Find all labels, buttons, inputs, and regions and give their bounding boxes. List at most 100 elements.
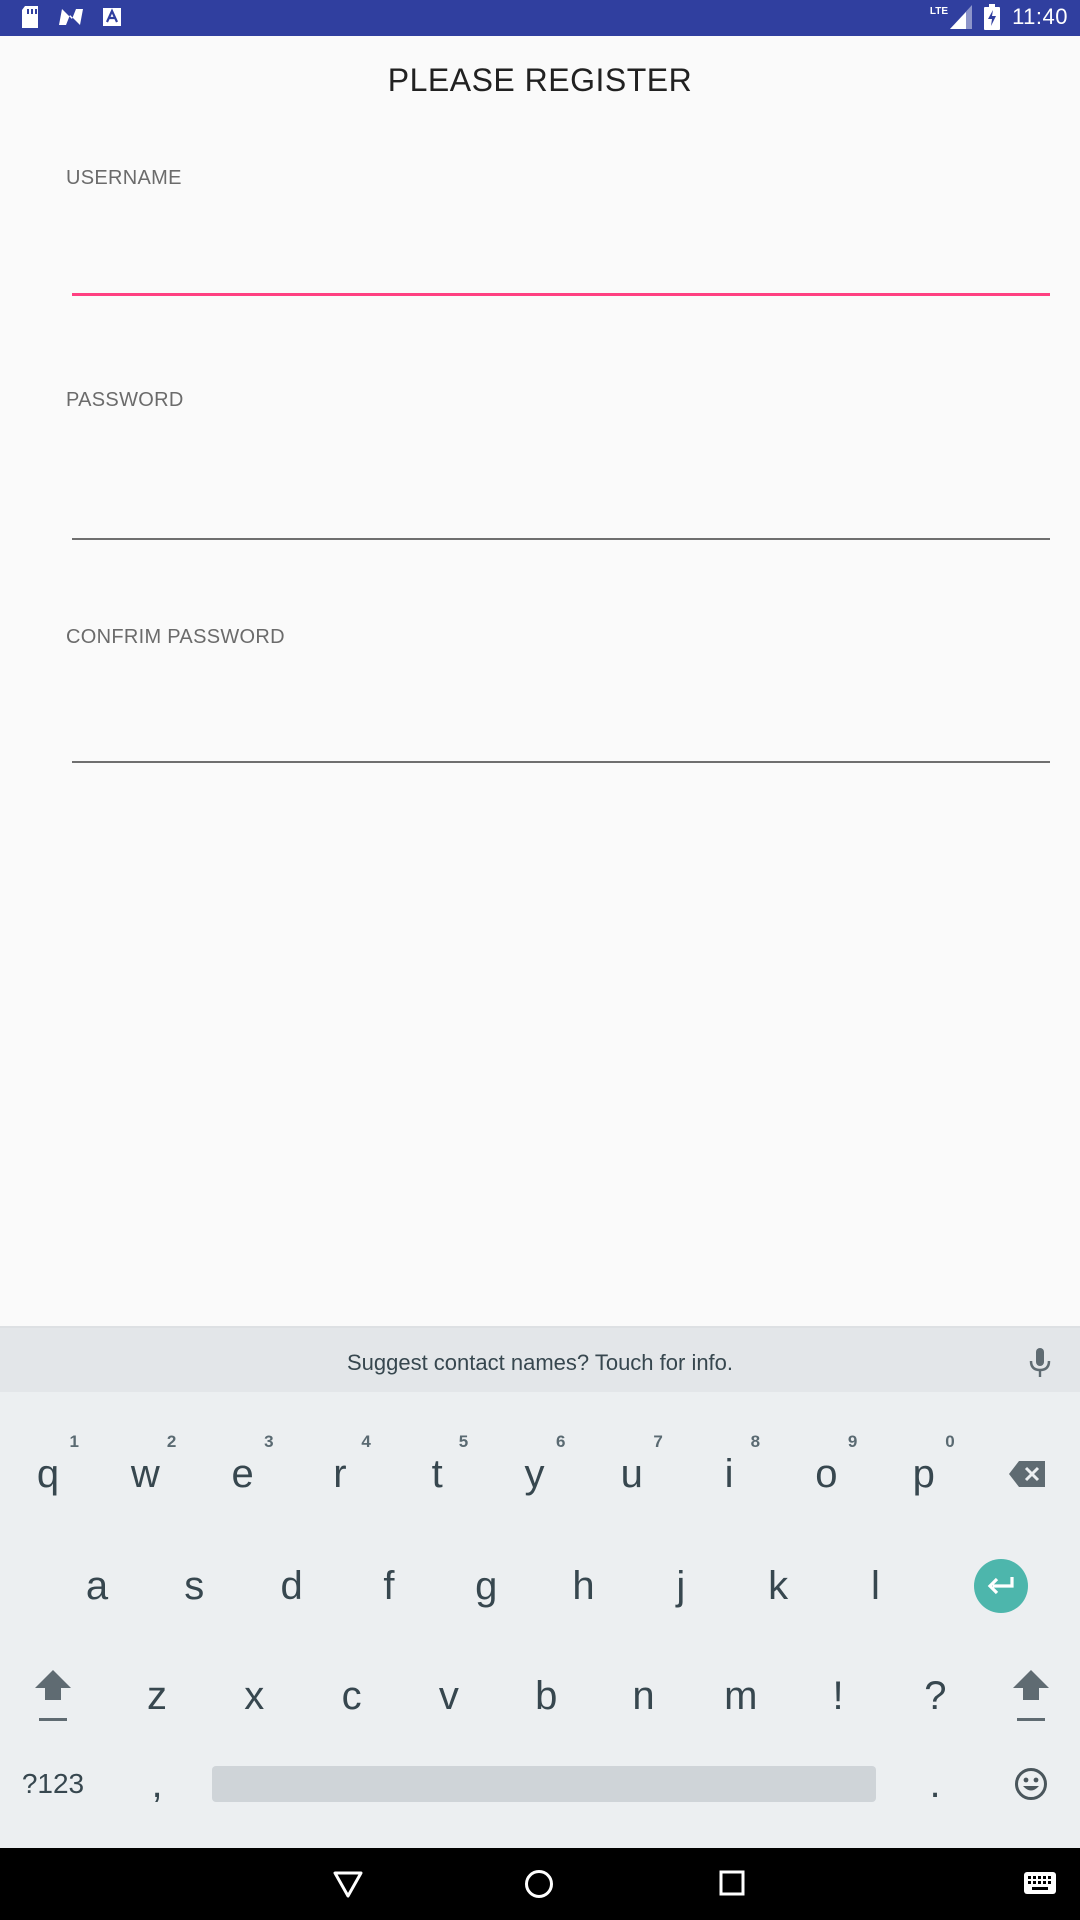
key-number-hint: 4: [361, 1432, 371, 1451]
key-label: t: [431, 1451, 443, 1496]
key-k[interactable]: k: [733, 1536, 823, 1636]
key-label: !: [832, 1673, 844, 1718]
key-label: s: [184, 1563, 205, 1608]
enter-icon: [987, 1577, 1014, 1595]
key-p[interactable]: p0: [879, 1424, 969, 1524]
key-label: p: [912, 1451, 935, 1496]
lte-label: LTE: [929, 6, 949, 17]
key-number-hint: 5: [458, 1432, 469, 1451]
backspace-key[interactable]: [982, 1424, 1072, 1524]
key-number-hint: 8: [750, 1432, 761, 1451]
battery-charging-icon: [984, 4, 1001, 30]
page-title: PLEASE REGISTER: [387, 62, 693, 98]
emoji-key[interactable]: [986, 1734, 1076, 1834]
key-m[interactable]: m: [696, 1646, 786, 1746]
key-u[interactable]: u7: [587, 1424, 677, 1524]
key-t[interactable]: t5: [392, 1424, 482, 1524]
key-s[interactable]: s: [149, 1536, 239, 1636]
key-n[interactable]: n: [599, 1646, 689, 1746]
key-b[interactable]: b: [501, 1646, 591, 1746]
key-label: d: [280, 1563, 303, 1608]
key-z[interactable]: z: [112, 1646, 202, 1746]
recents-icon[interactable]: [719, 1870, 745, 1896]
key-v[interactable]: v: [404, 1646, 494, 1746]
key-e[interactable]: e3: [198, 1424, 288, 1524]
microphone-icon[interactable]: [1026, 1348, 1054, 1378]
key-label: k: [768, 1563, 789, 1608]
clock: 11:40: [1012, 4, 1068, 29]
username-field[interactable]: [72, 232, 1050, 292]
lte-signal-icon: [950, 5, 973, 29]
key-j[interactable]: j: [636, 1536, 726, 1636]
sd-card-icon: [22, 6, 38, 28]
key-label: h: [572, 1563, 595, 1608]
shift-key-left[interactable]: [8, 1646, 98, 1746]
key-y[interactable]: y6: [490, 1424, 580, 1524]
comma-key[interactable]: ,: [112, 1734, 202, 1834]
key-q[interactable]: q1: [3, 1424, 93, 1524]
password-underline: [72, 538, 1050, 540]
backspace-icon: [1009, 1461, 1045, 1487]
key-number-hint: 7: [653, 1432, 663, 1451]
suggestion-strip[interactable]: Suggest contact names? Touch for info.: [0, 1326, 1080, 1392]
shift-icon: [1013, 1670, 1049, 1721]
key-d[interactable]: d: [247, 1536, 337, 1636]
symbols-key[interactable]: ?123: [8, 1734, 98, 1834]
a-notification-icon: [103, 8, 121, 26]
key-h[interactable]: h: [539, 1536, 629, 1636]
key-exclamation[interactable]: !: [793, 1646, 883, 1746]
key-question[interactable]: ?: [890, 1646, 980, 1746]
key-label: u: [620, 1451, 643, 1496]
key-label: n: [632, 1673, 655, 1718]
confirm-password-underline: [72, 761, 1050, 763]
shift-key-right[interactable]: [986, 1646, 1076, 1746]
key-label: g: [475, 1563, 498, 1608]
confirm-password-field[interactable]: [72, 700, 1050, 760]
back-icon[interactable]: [333, 1870, 363, 1898]
key-label: l: [870, 1563, 880, 1608]
key-c[interactable]: c: [307, 1646, 397, 1746]
enter-key[interactable]: [956, 1536, 1046, 1636]
space-bar[interactable]: [212, 1766, 876, 1802]
key-label: b: [535, 1673, 558, 1718]
key-label: ?: [924, 1673, 947, 1718]
keyboard-switch-icon[interactable]: [1024, 1872, 1056, 1894]
navigation-bar: [0, 1848, 1080, 1920]
key-label: m: [724, 1673, 758, 1718]
key-label: f: [383, 1563, 395, 1608]
key-label: j: [676, 1563, 686, 1608]
password-label: PASSWORD: [66, 389, 184, 411]
key-number-hint: 3: [264, 1432, 274, 1451]
key-number-hint: 0: [945, 1432, 955, 1451]
key-label: c: [341, 1673, 362, 1718]
key-label: r: [333, 1451, 347, 1496]
key-w[interactable]: w2: [100, 1424, 190, 1524]
key-label: a: [85, 1563, 109, 1608]
key-f[interactable]: f: [344, 1536, 434, 1636]
n-notification-icon: [59, 9, 83, 25]
key-a[interactable]: a: [52, 1536, 142, 1636]
key-label: q: [36, 1451, 60, 1496]
key-number-hint: 2: [166, 1432, 177, 1451]
key-label: x: [244, 1673, 265, 1718]
key-l[interactable]: l: [830, 1536, 920, 1636]
key-number-hint: 9: [847, 1432, 858, 1451]
confirm-password-label: CONFRIM PASSWORD: [66, 626, 285, 648]
period-key[interactable]: .: [890, 1734, 980, 1834]
key-label: e: [231, 1451, 254, 1496]
key-o[interactable]: o9: [781, 1424, 871, 1524]
home-icon[interactable]: [524, 1869, 554, 1899]
username-label: USERNAME: [66, 167, 182, 189]
key-g[interactable]: g: [441, 1536, 531, 1636]
password-field[interactable]: [72, 476, 1050, 536]
suggestion-text[interactable]: Suggest contact names? Touch for info.: [0, 1350, 1080, 1376]
emoji-icon: [1015, 1768, 1047, 1800]
key-label: v: [438, 1673, 459, 1718]
soft-keyboard: Suggest contact names? Touch for info. q…: [0, 1326, 1080, 1848]
key-label: i: [724, 1451, 734, 1496]
key-number-hint: 1: [69, 1432, 79, 1451]
key-x[interactable]: x: [209, 1646, 299, 1746]
key-i[interactable]: i8: [684, 1424, 774, 1524]
key-r[interactable]: r4: [295, 1424, 385, 1524]
shift-icon: [35, 1670, 71, 1721]
